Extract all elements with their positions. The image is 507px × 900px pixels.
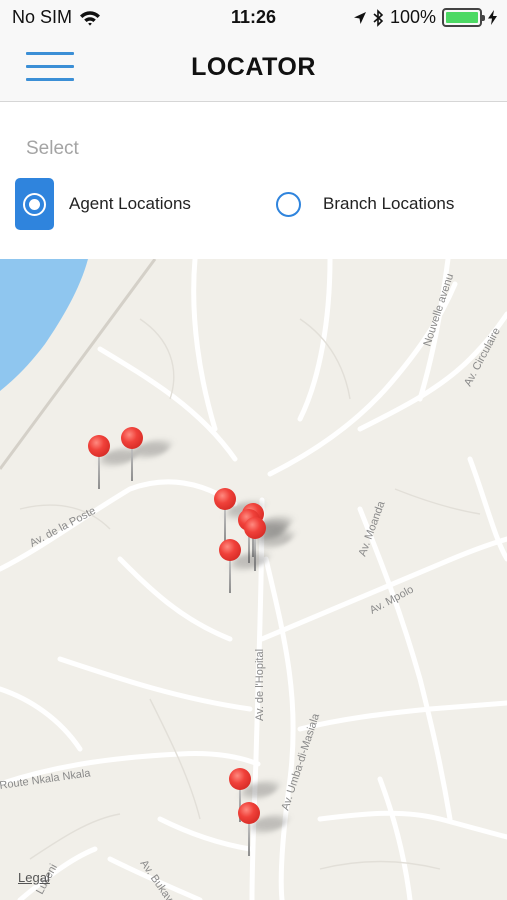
battery-icon [442,8,485,27]
street-label: Av. Bukavu [138,858,179,900]
pin-head [219,539,241,561]
pin-head [121,427,143,449]
select-label: Select [26,138,79,159]
status-bar: No SIM 11:26 100% [0,0,507,34]
street-label: Nouvelle avenu [421,272,456,348]
map-pin-icon[interactable] [219,539,273,595]
page-title: LOCATOR [191,53,316,81]
street-label: Av. de la Poste [28,505,98,550]
radio-label: Branch Locations [323,194,455,213]
pin-head [214,488,236,510]
legal-link[interactable]: Legal [18,870,50,885]
radio-selected-icon [15,178,54,230]
map-pin-icon[interactable] [88,435,142,491]
radio-dot [29,198,40,210]
street-label: Av. Circulaire [462,326,503,388]
navigation-bar: LOCATOR [0,34,507,102]
radio-agent-locations[interactable]: Agent Locations [15,178,191,230]
map-view[interactable]: Av. de la Poste Nouvelle avenu Av. Circu… [0,259,507,900]
battery-level-fill [446,12,478,23]
radio-ring [23,192,46,216]
location-arrow-icon [353,11,366,24]
pin-head [238,802,260,824]
pin-head [229,768,251,790]
status-right: 100% [353,7,497,28]
radio-unselected-icon [276,191,301,217]
map-pin-icon[interactable] [238,802,292,858]
charging-bolt-icon [488,10,497,25]
radio-branch-locations[interactable]: Branch Locations [276,178,454,230]
battery-percent: 100% [389,7,436,27]
pin-head [88,435,110,457]
radio-label: Agent Locations [69,194,191,213]
street-label: Av. de l'Hopital [254,649,266,721]
water-area [0,259,88,391]
bluetooth-icon [373,8,384,27]
map-pin-icon[interactable] [121,427,175,483]
map-pin-icon[interactable] [214,488,268,544]
pin-head [244,517,266,539]
